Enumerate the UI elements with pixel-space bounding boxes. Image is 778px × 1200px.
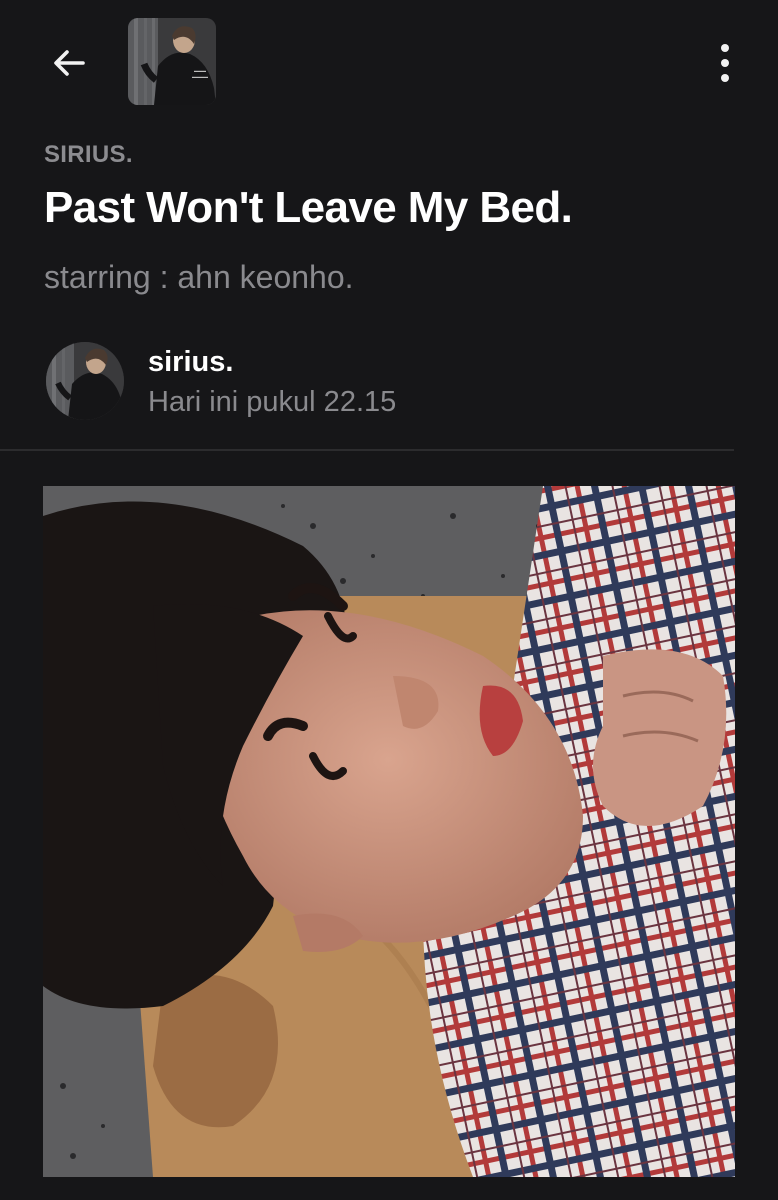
arrow-left-icon (54, 50, 85, 76)
author-row[interactable]: sirius. Hari ini pukul 22.15 (44, 340, 734, 422)
divider (0, 449, 734, 451)
more-options-button[interactable] (708, 38, 742, 88)
cover-image: ▬▬▬ ▬▬▬▬ (128, 18, 216, 105)
story-kicker: SIRIUS. (44, 141, 133, 168)
avatar-image (46, 342, 124, 420)
more-vertical-icon-dot (721, 44, 729, 52)
story-subtitle: starring : ahn keonho. (44, 259, 354, 295)
top-bar: ▬▬▬ ▬▬▬▬ (0, 0, 778, 130)
post-timestamp: Hari ini pukul 22.15 (148, 386, 397, 418)
story-photo (43, 486, 735, 1177)
story-title: Past Won't Leave My Bed. (44, 183, 573, 232)
more-vertical-icon-dot (721, 74, 729, 82)
avatar[interactable] (46, 342, 124, 420)
story-cover-thumbnail[interactable]: ▬▬▬ ▬▬▬▬ (128, 18, 216, 105)
portrait-image (43, 486, 735, 1177)
back-button[interactable] (44, 40, 94, 86)
svg-text:▬▬▬▬: ▬▬▬▬ (192, 74, 208, 79)
author-name[interactable]: sirius. (148, 346, 233, 379)
svg-text:▬▬▬: ▬▬▬ (194, 68, 206, 73)
more-vertical-icon-dot (721, 59, 729, 67)
